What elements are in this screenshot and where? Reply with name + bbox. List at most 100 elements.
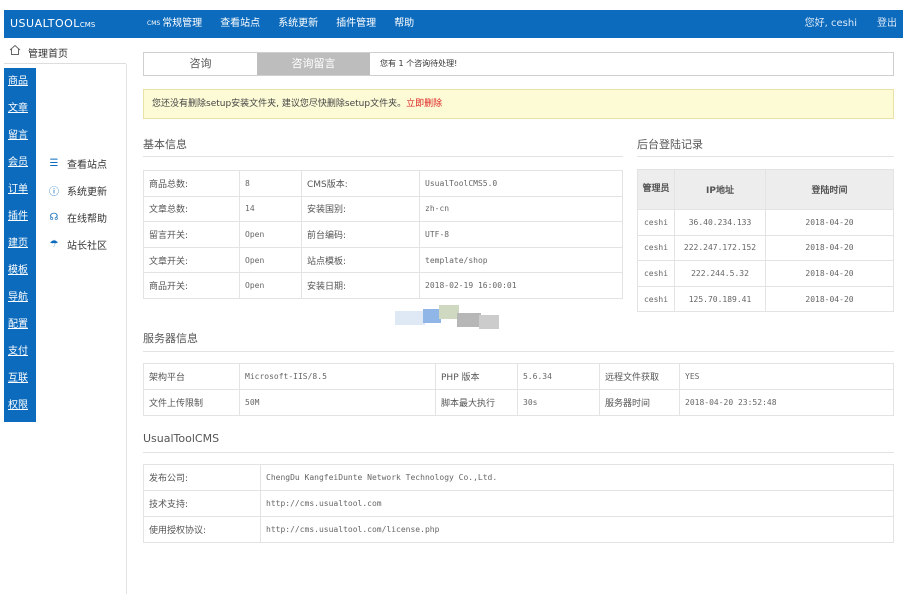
login-log-table: 管理员 IP地址 登陆时间 ceshi 36.40.234.133 2018-04-20… <box>637 169 894 313</box>
left-item-articles[interactable]: 文章 <box>4 95 36 122</box>
sub-item-label: 站长社区 <box>67 241 107 252</box>
cell-value[interactable]: http://cms.usualtool.com/license.php <box>260 516 894 543</box>
cell-label: 使用授权协议: <box>143 516 261 543</box>
tab-consult[interactable]: 咨询 <box>144 53 257 75</box>
home-label: 管理首页 <box>28 49 68 60</box>
table-row: 商品开关: Open 安装日期: 2018-02-19 16:00:01 <box>143 272 623 299</box>
login-log-line <box>637 156 894 157</box>
nav-label: 系统更新 <box>278 18 319 29</box>
nav-prefix: CMS <box>147 20 161 27</box>
cell-value: zh-cn <box>419 195 623 223</box>
table-row: ceshi 36.40.234.133 2018-04-20 <box>637 209 894 236</box>
cell-value: Open <box>239 246 302 274</box>
cell-label: 发布公司: <box>143 464 261 491</box>
cell-time: 2018-04-20 <box>765 285 894 313</box>
table-row: 技术支持: http://cms.usualtool.com <box>143 490 894 517</box>
left-item-pages[interactable]: 建页 <box>4 230 36 257</box>
nav-help[interactable]: 帮助 <box>385 10 423 38</box>
nav-label: 插件管理 <box>336 18 377 29</box>
cell-value: UTF-8 <box>419 221 623 248</box>
cell-time: 2018-04-20 <box>765 234 894 262</box>
home-icon <box>9 44 21 55</box>
cell-value: template/shop <box>419 246 623 274</box>
basic-info-title: 基本信息 <box>143 138 187 151</box>
cell-value: 30s <box>517 389 600 416</box>
table-row: ceshi 222.244.5.32 2018-04-20 <box>637 260 894 287</box>
cell-label: 前台编码: <box>301 221 420 248</box>
cell-label: 文件上传限制 <box>143 389 240 416</box>
nav-view-site[interactable]: 查看站点 <box>211 10 269 38</box>
sub-item-online-help[interactable]: ☊ 在线帮助 <box>37 204 125 231</box>
cell-ip: 222.244.5.32 <box>674 260 766 287</box>
cell-label: 文章开关: <box>143 246 240 274</box>
col-header: IP地址 <box>674 169 766 210</box>
sub-item-system-update[interactable]: ⓘ 系统更新 <box>37 177 125 204</box>
home-row[interactable]: 管理首页 <box>4 38 126 64</box>
table-row: 使用授权协议: http://cms.usualtool.com/license.… <box>143 516 894 543</box>
table-row: 文章开关: Open 站点模板: template/shop <box>143 246 623 274</box>
table-header-row: 管理员 IP地址 登陆时间 <box>637 169 894 210</box>
cell-label: CMS版本: <box>301 170 420 197</box>
col-header: 管理员 <box>637 169 675 210</box>
delete-now-link[interactable]: 立即删除 <box>406 99 442 109</box>
logo-text: USUALTOOL <box>10 17 80 30</box>
sub-item-label: 在线帮助 <box>67 214 107 225</box>
table-row: 架构平台 Microsoft-IIS/8.5 PHP 版本 5.6.34 远程文件获取 Y… <box>143 363 894 390</box>
sub-item-label: 系统更新 <box>67 187 107 198</box>
top-bar: USUALTOOLCMS CMS 常规管理 查看站点 系统更新 插件管理 帮助 您… <box>4 10 903 38</box>
table-row: 商品总数: 8 CMS版本: UsualToolCMS5.0 <box>143 170 623 197</box>
left-item-templates[interactable]: 模板 <box>4 257 36 284</box>
sub-item-view-site[interactable]: ☰ 查看站点 <box>37 150 125 177</box>
nav-label: 帮助 <box>394 18 415 29</box>
tab-consult-messages[interactable]: 咨询留言 <box>257 53 370 75</box>
nav-system-update[interactable]: 系统更新 <box>269 10 327 38</box>
menu-icon: ☰ <box>49 158 59 169</box>
left-item-payment[interactable]: 支付 <box>4 338 36 365</box>
left-item-config[interactable]: 配置 <box>4 311 36 338</box>
left-item-products[interactable]: 商品 <box>4 68 36 95</box>
cell-ip: 222.247.172.152 <box>674 234 766 262</box>
top-nav: CMS 常规管理 查看站点 系统更新 插件管理 帮助 <box>138 10 423 38</box>
setup-warning-text: 您还没有删除setup安装文件夹, 建议您尽快删除setup文件夹。 <box>152 99 407 109</box>
sub-item-label: 查看站点 <box>67 160 107 171</box>
table-row: 留言开关: Open 前台编码: UTF-8 <box>143 221 623 248</box>
logo[interactable]: USUALTOOLCMS <box>10 17 95 30</box>
cell-label: 商品总数: <box>143 170 240 197</box>
cell-value: Open <box>239 221 302 248</box>
product-info-title: UsualToolCMS <box>143 432 220 445</box>
server-info-table: 架构平台 Microsoft-IIS/8.5 PHP 版本 5.6.34 远程文件获取 Y… <box>143 363 894 416</box>
left-item-orders[interactable]: 订单 <box>4 176 36 203</box>
table-row: ceshi 222.247.172.152 2018-04-20 <box>637 234 894 262</box>
cell-value[interactable]: http://cms.usualtool.com <box>260 490 894 517</box>
table-row: 文件上传限制 50M 脚本最大执行 30s 服务器时间 2018-04-20 23:52:… <box>143 389 894 416</box>
left-item-plugins[interactable]: 插件 <box>4 203 36 230</box>
cell-time: 2018-04-20 <box>765 209 894 236</box>
cell-label: 商品开关: <box>143 272 240 299</box>
table-row: 发布公司: ChengDu KangfeiDunte Network Techno… <box>143 464 894 491</box>
consult-tabs: 咨询 咨询留言 您有 1 个咨询待处理! <box>143 52 894 76</box>
nav-plugin-management[interactable]: 插件管理 <box>327 10 385 38</box>
sub-item-community[interactable]: ☂ 站长社区 <box>37 231 125 258</box>
left-item-navigation[interactable]: 导航 <box>4 284 36 311</box>
headset-icon: ☊ <box>49 212 59 223</box>
logout-link[interactable]: 登出 <box>877 10 897 38</box>
left-item-permissions[interactable]: 权限 <box>4 392 36 419</box>
server-info-title: 服务器信息 <box>143 332 198 345</box>
cell-user: ceshi <box>637 209 675 236</box>
cell-label: 安装国别: <box>301 195 420 223</box>
setup-warning: 您还没有删除setup安装文件夹, 建议您尽快删除setup文件夹。立即删除 <box>143 89 894 119</box>
nav-label: 查看站点 <box>220 18 261 29</box>
submenu: ☰ 查看站点 ⓘ 系统更新 ☊ 在线帮助 ☂ 站长社区 <box>37 150 125 264</box>
left-item-connect[interactable]: 互联 <box>4 365 36 392</box>
left-item-messages[interactable]: 留言 <box>4 122 36 149</box>
table-row: 文章总数: 14 安装国别: zh-cn <box>143 195 623 223</box>
cell-user: ceshi <box>637 234 675 262</box>
left-item-members[interactable]: 会员 <box>4 149 36 176</box>
cell-label: 文章总数: <box>143 195 240 223</box>
cell-value: 2018-02-19 16:00:01 <box>419 272 623 299</box>
cell-label: 站点模板: <box>301 246 420 274</box>
cell-value: 50M <box>239 389 436 416</box>
cell-value: 5.6.34 <box>517 363 600 390</box>
left-menu: 商品 文章 留言 会员 订单 插件 建页 模板 导航 配置 支付 互联 权限 <box>4 68 36 422</box>
nav-routine-management[interactable]: CMS 常规管理 <box>138 10 211 38</box>
